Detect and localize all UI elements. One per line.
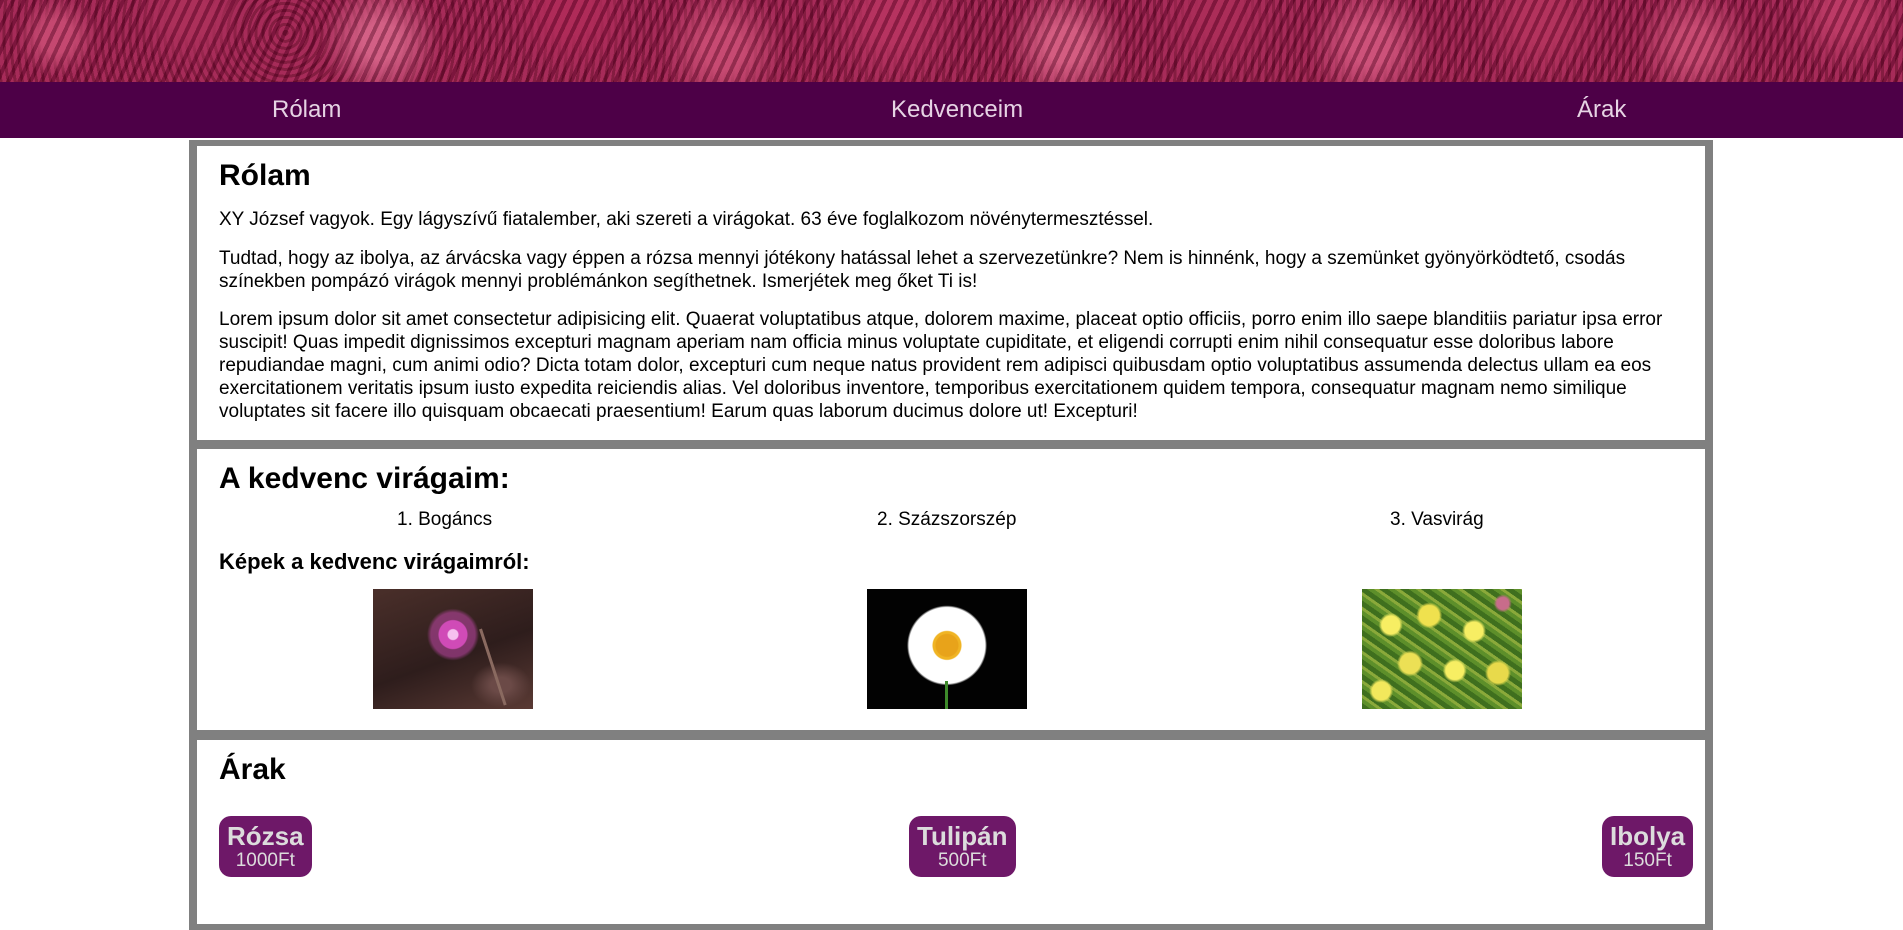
nav-link-rolam[interactable]: Rólam [272,82,341,138]
favorites-list: 1. Bogáncs 2. Százszorszép 3. Vasvirág [219,507,1683,533]
header-banner-image [0,0,1903,82]
price-value: 500Ft [937,850,987,871]
about-paragraph-3: Lorem ipsum dolor sit amet consectetur a… [219,309,1663,422]
favorite-item-bogancs: 1. Bogáncs [397,509,493,530]
nav-link-kedvenceim[interactable]: Kedvenceim [891,82,1023,138]
price-name: Rózsa [227,821,304,851]
nav-link-arak[interactable]: Árak [1577,82,1626,138]
prices-title: Árak [219,753,286,786]
price-name: Tulipán [917,821,1008,851]
price-name: Ibolya [1610,821,1686,851]
favorites-title: A kedvenc virágaim: [219,462,510,495]
yellow-flower-image [1362,589,1522,709]
content-container: Rólam XY József vagyok. Egy lágyszívű fi… [189,140,1713,930]
favorites-section: A kedvenc virágaim: 1. Bogáncs 2. Százsz… [197,449,1705,730]
price-badge-rozsa: Rózsa 1000Ft [219,816,312,877]
prices-section: Árak Rózsa 1000Ft Tulipán 500Ft Ibolya 1… [197,740,1705,924]
favorite-item-szazszorszep: 2. Százszorszép [877,509,1017,530]
main-nav: Rólam Kedvenceim Árak [0,82,1903,138]
price-value: 1000Ft [235,850,295,871]
pictures-title: Képek a kedvenc virágaimról: [219,549,530,574]
about-paragraph-2: Tudtad, hogy az ibolya, az árvácska vagy… [219,248,1626,292]
thistle-image [373,589,533,709]
about-paragraph-1: XY József vagyok. Egy lágyszívű fiatalem… [219,209,1154,230]
daisy-image [867,589,1027,709]
price-value: 150Ft [1623,850,1672,871]
about-section: Rólam XY József vagyok. Egy lágyszívű fi… [197,146,1705,440]
about-title: Rólam [219,159,311,192]
favorite-item-vasvirag: 3. Vasvirág [1390,509,1484,530]
price-badge-tulipan: Tulipán 500Ft [909,816,1016,877]
price-badge-ibolya: Ibolya 150Ft [1602,816,1694,877]
